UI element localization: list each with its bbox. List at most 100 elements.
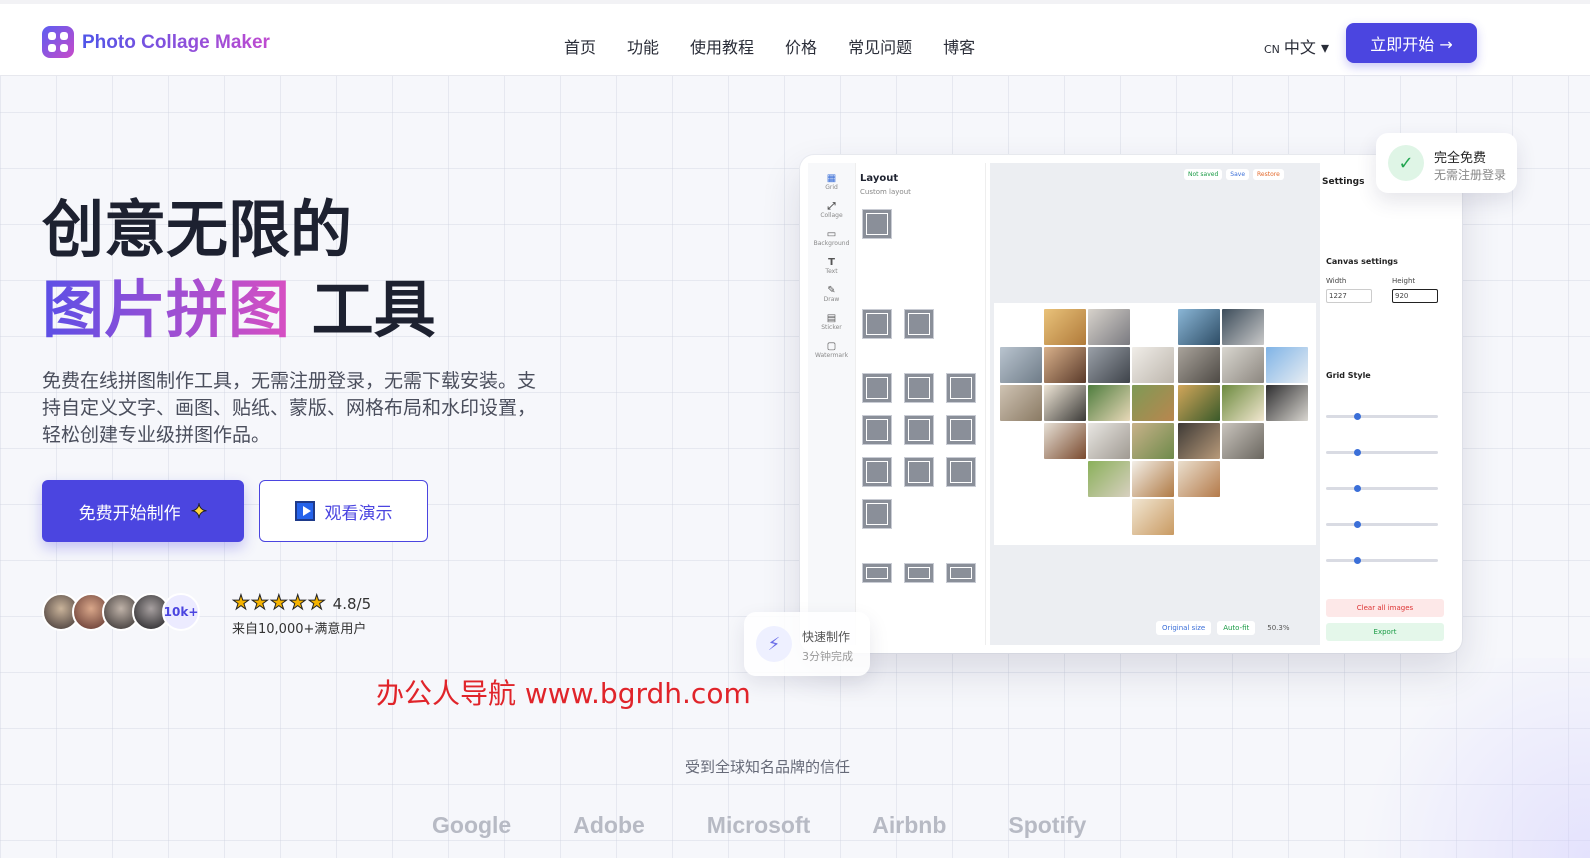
layout-tile bbox=[946, 563, 976, 583]
collage-photo bbox=[1178, 461, 1220, 497]
free-badge-title: 完全免费 bbox=[1434, 151, 1487, 166]
mockup-toolbar: Not saved Save Restore bbox=[1184, 169, 1284, 180]
collage-photo bbox=[1266, 347, 1308, 383]
nav-home[interactable]: 首页 bbox=[564, 34, 596, 58]
settings-title: Settings bbox=[1322, 177, 1365, 187]
mockup-sidebar-draw: ✎ Draw bbox=[823, 285, 840, 303]
collage-photo bbox=[1044, 309, 1086, 345]
height-label: Height bbox=[1392, 277, 1416, 285]
language-selector[interactable]: CN 中文 ▾ bbox=[1264, 34, 1329, 58]
hero-title-rest: 工具 bbox=[290, 273, 436, 346]
collage-photo bbox=[1222, 347, 1264, 383]
layout-tile bbox=[946, 415, 976, 445]
nav-pricing[interactable]: 价格 bbox=[785, 34, 817, 58]
collage-photo bbox=[1088, 347, 1130, 383]
height-field: 920 bbox=[1392, 289, 1438, 303]
hero-title-highlight: 图片拼图 bbox=[42, 273, 291, 346]
collage-photo bbox=[1222, 423, 1264, 459]
nav-tutorial[interactable]: 使用教程 bbox=[690, 34, 754, 58]
slider bbox=[1326, 485, 1438, 492]
start-now-button[interactable]: 立即开始 → bbox=[1346, 23, 1477, 63]
mockup-restore-button: Restore bbox=[1253, 169, 1284, 180]
sparkle-icon: ✦ bbox=[190, 499, 208, 524]
collage-photo bbox=[1132, 385, 1174, 421]
brand-adobe: Adobe bbox=[573, 812, 645, 838]
app-mockup: ▦ Grid ⤢ Collage ▭ Background T Text ✎ Draw ▤… bbox=[800, 155, 1462, 653]
collage-photo bbox=[1178, 347, 1220, 383]
mockup-sidebar-background: ▭ Background bbox=[813, 229, 850, 247]
collage-photo bbox=[1000, 385, 1042, 421]
width-label: Width bbox=[1326, 277, 1347, 285]
auto-fit-button: Auto-fit bbox=[1217, 621, 1256, 635]
mockup-sidebar: ▦ Grid ⤢ Collage ▭ Background T Text ✎ Draw ▤… bbox=[808, 163, 856, 645]
mockup-sidebar-sticker: ▤ Sticker bbox=[821, 313, 842, 331]
layout-tile bbox=[904, 309, 934, 339]
collage-photo bbox=[1000, 347, 1042, 383]
trusted-heading: 受到全球知名品牌的信任 bbox=[684, 758, 850, 776]
rating-block: ★★★★★ 4.8/5 来自10,000+满意用户 bbox=[232, 590, 372, 638]
collage-photo bbox=[1266, 385, 1308, 421]
collage-photo bbox=[1088, 423, 1130, 459]
lang-label: 中文 ▾ bbox=[1283, 38, 1330, 57]
status-badge: Not saved bbox=[1184, 169, 1223, 180]
layout-tile bbox=[862, 209, 892, 239]
export-button: Export bbox=[1326, 623, 1444, 641]
nav-faq[interactable]: 常见问题 bbox=[848, 34, 912, 58]
collage-photo bbox=[1178, 385, 1220, 421]
zoom-level: 50.3% bbox=[1267, 624, 1290, 632]
free-badge: ✓ 完全免费 无需注册登录 bbox=[1376, 133, 1517, 193]
width-field: 1227 bbox=[1326, 289, 1372, 303]
logo-icon[interactable] bbox=[42, 26, 74, 58]
collage-photo bbox=[1044, 347, 1086, 383]
layout-tile bbox=[904, 457, 934, 487]
layout-tile bbox=[904, 373, 934, 403]
fast-badge-subtitle: 3分钟完成 bbox=[802, 650, 853, 663]
mockup-sidebar-text: T Text bbox=[825, 257, 838, 275]
brand-microsoft: Microsoft bbox=[706, 812, 811, 838]
fast-badge-title: 快速制作 bbox=[802, 630, 851, 644]
layout-tile bbox=[904, 563, 934, 583]
fast-badge: ⚡ 快速制作 3分钟完成 bbox=[744, 612, 870, 676]
main-nav: 首页 功能 使用教程 价格 常见问题 博客 bbox=[564, 34, 1006, 58]
hero-title: 创意无限的 图片拼图 工具 bbox=[42, 190, 436, 350]
play-icon bbox=[294, 501, 315, 521]
lightning-icon: ⚡ bbox=[756, 626, 792, 662]
start-free-button[interactable]: 免费开始制作 ✦ bbox=[42, 480, 244, 542]
layout-tile bbox=[904, 415, 934, 445]
collage-photo bbox=[1132, 499, 1174, 535]
collage-photo bbox=[1044, 385, 1086, 421]
brand-name[interactable]: Photo Collage Maker bbox=[82, 32, 270, 54]
collage-photo bbox=[1132, 461, 1174, 497]
brand-google: Google bbox=[432, 812, 512, 838]
mockup-sidebar-watermark: ▢ Watermark bbox=[814, 341, 849, 359]
layout-tile bbox=[862, 563, 892, 583]
nav-blog[interactable]: 博客 bbox=[943, 34, 975, 58]
layout-tile bbox=[862, 373, 892, 403]
slider bbox=[1326, 521, 1438, 528]
hero-title-line1: 创意无限的 bbox=[42, 193, 353, 266]
collage-photo bbox=[1222, 385, 1264, 421]
rating-subtitle: 来自10,000+满意用户 bbox=[232, 622, 367, 637]
collage-photo bbox=[1044, 423, 1086, 459]
brand-spotify: Spotify bbox=[1008, 812, 1087, 838]
site-watermark: 办公人导航 www.bgrdh.com bbox=[376, 677, 751, 710]
user-avatars: 10k+ bbox=[42, 593, 200, 631]
mockup-bottom-toolbar: Original size Auto-fit 50.3% bbox=[1156, 621, 1296, 635]
layout-tile bbox=[946, 457, 976, 487]
lang-code: CN bbox=[1264, 43, 1280, 56]
mockup-layout-subtitle: Custom layout bbox=[860, 188, 911, 196]
canvas-settings-title: Canvas settings bbox=[1326, 257, 1398, 266]
watch-demo-button[interactable]: 观看演示 bbox=[259, 480, 428, 542]
check-icon: ✓ bbox=[1388, 145, 1424, 181]
hero-description: 免费在线拼图制作工具，无需注册登录，无需下载安装。支持自定义文字、画图、贴纸、蒙… bbox=[42, 370, 537, 446]
collage-photo bbox=[1132, 423, 1174, 459]
mockup-layout-panel: Layout Custom layout bbox=[856, 163, 986, 645]
nav-features[interactable]: 功能 bbox=[627, 34, 659, 58]
collage-photo bbox=[1088, 461, 1130, 497]
mockup-layout-title: Layout bbox=[860, 173, 899, 184]
collage-photo bbox=[1178, 309, 1220, 345]
mockup-sidebar-collage: ⤢ Collage bbox=[820, 201, 843, 219]
site-header: Photo Collage Maker 首页 功能 使用教程 价格 常见问题 博… bbox=[0, 0, 1590, 76]
original-size-button: Original size bbox=[1156, 621, 1212, 635]
brand-airbnb: Airbnb bbox=[872, 812, 947, 838]
